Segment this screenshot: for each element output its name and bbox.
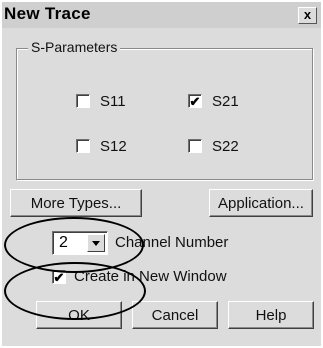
s-parameters-group-label: S-Parameters: [28, 39, 121, 55]
title-bar: New Trace x: [2, 2, 321, 28]
more-types-button[interactable]: More Types...: [10, 189, 142, 217]
s11-checkbox[interactable]: [76, 94, 90, 108]
new-trace-dialog: New Trace x S-Parameters S11 ✔ S21 S12 S…: [0, 0, 323, 348]
s21-label: S21: [212, 93, 239, 110]
dialog-title: New Trace: [4, 4, 91, 23]
s22-checkbox[interactable]: [188, 139, 202, 153]
s21-checkbox[interactable]: ✔: [188, 94, 202, 108]
s-parameters-group: [16, 48, 313, 180]
cancel-button[interactable]: Cancel: [132, 301, 218, 329]
s12-label: S12: [100, 138, 127, 155]
help-button[interactable]: Help: [228, 301, 314, 329]
close-button[interactable]: x: [298, 7, 317, 24]
s11-label: S11: [100, 93, 126, 110]
application-button[interactable]: Application...: [209, 189, 313, 217]
s22-label: S22: [212, 138, 239, 155]
s12-checkbox[interactable]: [76, 139, 90, 153]
annotation-ellipse-new-window: [4, 262, 146, 320]
